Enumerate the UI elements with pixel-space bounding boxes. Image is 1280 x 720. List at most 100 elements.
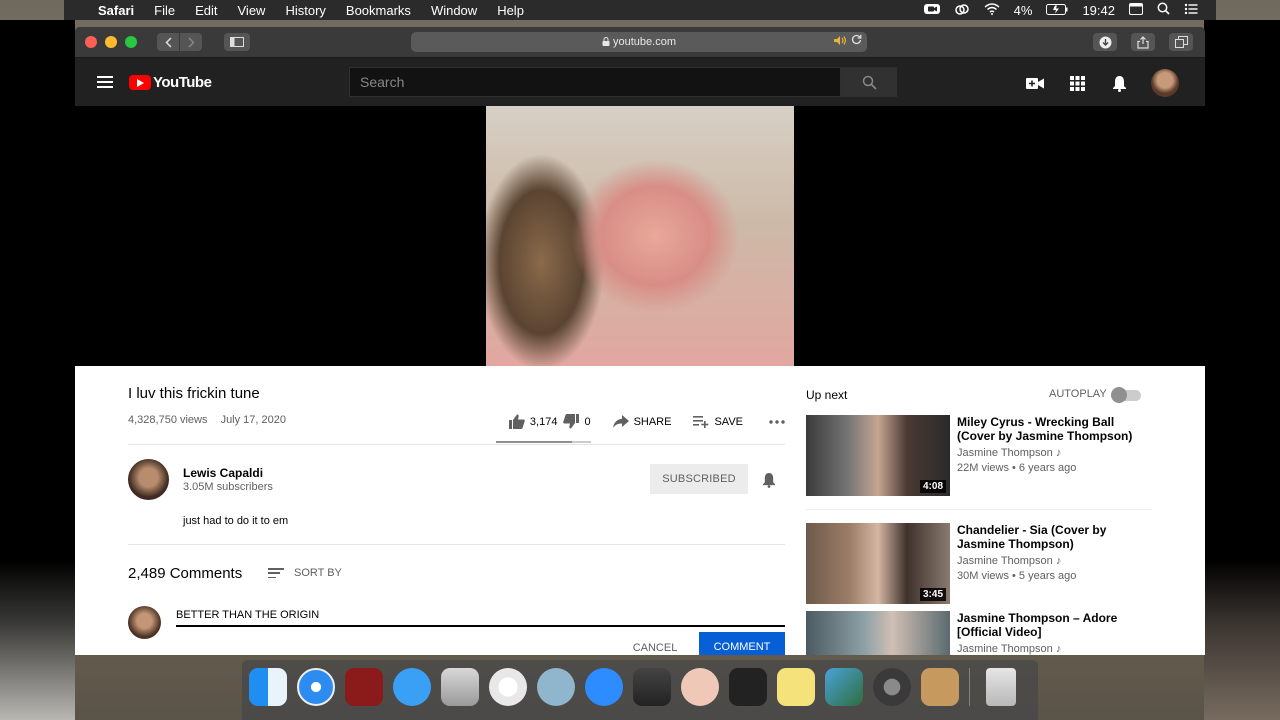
video-title[interactable]: Chandelier - Sia (Cover by Jasmine Thomp…: [957, 523, 1147, 551]
sort-by-button[interactable]: SORT BY: [268, 567, 342, 579]
menu-edit[interactable]: Edit: [195, 3, 217, 18]
finder-icon[interactable]: [249, 668, 287, 706]
stickies-icon[interactable]: [777, 668, 815, 706]
minimize-window-button[interactable]: [105, 36, 117, 48]
up-next-video-2[interactable]: 3:45 Chandelier - Sia (Cover by Jasmine …: [806, 523, 1152, 607]
thumbs-up-icon: [508, 414, 525, 429]
video-meta: 4,328,750 views July 17, 2020: [128, 414, 286, 426]
menu-bookmarks[interactable]: Bookmarks: [346, 3, 411, 18]
comment-submit-button[interactable]: COMMENT: [699, 632, 785, 655]
video-title[interactable]: Miley Cyrus - Wrecking Ball (Cover by Ja…: [957, 415, 1147, 443]
reload-icon[interactable]: [851, 34, 862, 48]
back-button[interactable]: [157, 33, 179, 51]
dock-divider: [969, 668, 970, 706]
menu-window[interactable]: Window: [431, 3, 477, 18]
lock-icon: [602, 36, 610, 48]
safari-toolbar: youtube.com: [75, 27, 1205, 58]
downloads-button[interactable]: [1093, 33, 1117, 51]
up-next-video-1[interactable]: 4:08 Miley Cyrus - Wrecking Ball (Cover …: [806, 415, 1152, 499]
autoplay-toggle[interactable]: [1111, 387, 1141, 403]
create-video-icon[interactable]: [1025, 73, 1045, 93]
download-icon: [1099, 36, 1111, 48]
video-thumbnail[interactable]: [806, 611, 950, 655]
search-input[interactable]: Search: [349, 67, 841, 97]
music-icon[interactable]: [489, 668, 527, 706]
sidebar-toggle-button[interactable]: [224, 33, 250, 51]
apps-grid-icon[interactable]: [1067, 73, 1087, 93]
youtube-logo[interactable]: YouTube: [129, 74, 212, 91]
youtube-header: YouTube Search: [75, 58, 1205, 106]
video-thumbnail[interactable]: 3:45: [806, 523, 950, 604]
menu-view[interactable]: View: [238, 3, 266, 18]
youtube-play-icon: [129, 74, 151, 90]
menu-history[interactable]: History: [285, 3, 325, 18]
contacts-icon[interactable]: [921, 668, 959, 706]
menu-icon[interactable]: [97, 76, 113, 88]
up-next-video-3[interactable]: Jasmine Thompson – Adore [Official Video…: [806, 611, 1152, 655]
account-avatar[interactable]: [1151, 69, 1179, 97]
battery-icon[interactable]: [1046, 3, 1068, 18]
video-duration: 3:45: [919, 588, 946, 601]
video-channel[interactable]: Jasmine Thompson ♪: [957, 447, 1061, 459]
video-frame[interactable]: [486, 106, 794, 366]
autoplay-label: AUTOPLAY: [1049, 388, 1107, 400]
sequel-pro-icon[interactable]: [537, 668, 575, 706]
system-preferences-icon[interactable]: [873, 668, 911, 706]
wifi-icon[interactable]: [984, 2, 1000, 18]
clock[interactable]: 19:42: [1082, 3, 1115, 18]
address-bar[interactable]: youtube.com: [411, 32, 867, 52]
menu-app[interactable]: Safari: [98, 3, 134, 18]
preview-icon[interactable]: [825, 668, 863, 706]
video-player[interactable]: [75, 106, 1205, 366]
safari-icon[interactable]: [297, 668, 335, 706]
forward-button[interactable]: [180, 33, 202, 51]
comment-input[interactable]: [176, 605, 785, 627]
share-arrow-icon: [612, 415, 629, 428]
more-horizontal-icon: [769, 419, 785, 424]
like-ratio-bar: [496, 441, 591, 443]
channel-notification-bell-icon[interactable]: [762, 472, 776, 491]
subscribed-button[interactable]: SUBSCRIBED: [650, 464, 748, 494]
more-actions-button[interactable]: [769, 419, 785, 424]
zoom-window-button[interactable]: [125, 36, 137, 48]
chevron-right-icon: [187, 36, 195, 48]
menu-help[interactable]: Help: [497, 3, 524, 18]
cancel-button[interactable]: CANCEL: [620, 636, 690, 655]
audio-playing-icon[interactable]: [833, 35, 847, 49]
messages-icon[interactable]: [393, 668, 431, 706]
creative-cloud-icon[interactable]: [954, 3, 970, 18]
channel-name[interactable]: Lewis Capaldi: [183, 466, 263, 480]
video-channel[interactable]: Jasmine Thompson ♪: [957, 643, 1061, 655]
save-button[interactable]: SAVE: [693, 415, 743, 428]
window-controls: [85, 36, 137, 48]
like-button[interactable]: 3,174: [508, 414, 558, 429]
upload-date: July 17, 2020: [220, 414, 286, 426]
dislike-button[interactable]: 0: [563, 414, 591, 429]
channel-avatar[interactable]: [128, 459, 169, 500]
tab-overview-button[interactable]: [1169, 33, 1193, 51]
audio-app-icon[interactable]: [729, 668, 767, 706]
share-button[interactable]: SHARE: [612, 415, 671, 428]
launchpad-icon[interactable]: [441, 668, 479, 706]
camera-status-icon[interactable]: [923, 3, 940, 18]
garageband-icon[interactable]: [633, 668, 671, 706]
spotlight-search-icon[interactable]: [1157, 2, 1170, 18]
zoom-icon[interactable]: [585, 668, 623, 706]
trash-icon[interactable]: [986, 668, 1016, 706]
menu-file[interactable]: File: [154, 3, 175, 18]
close-window-button[interactable]: [85, 36, 97, 48]
desktop-left: [0, 20, 75, 720]
control-center-icon[interactable]: [1184, 3, 1198, 18]
photo-booth-icon[interactable]: [345, 668, 383, 706]
video-duration: 4:08: [919, 480, 946, 493]
notifications-bell-icon[interactable]: [1109, 73, 1129, 93]
video-thumbnail[interactable]: 4:08: [806, 415, 950, 496]
video-title[interactable]: Jasmine Thompson – Adore [Official Video…: [957, 611, 1147, 639]
video-meta: 30M views • 5 years ago: [957, 570, 1077, 582]
character-app-icon[interactable]: [681, 668, 719, 706]
calendar-icon[interactable]: [1129, 2, 1143, 18]
video-channel[interactable]: Jasmine Thompson ♪: [957, 555, 1061, 567]
like-count: 3,174: [529, 415, 558, 428]
share-page-button[interactable]: [1131, 33, 1155, 51]
search-button[interactable]: [841, 67, 897, 97]
